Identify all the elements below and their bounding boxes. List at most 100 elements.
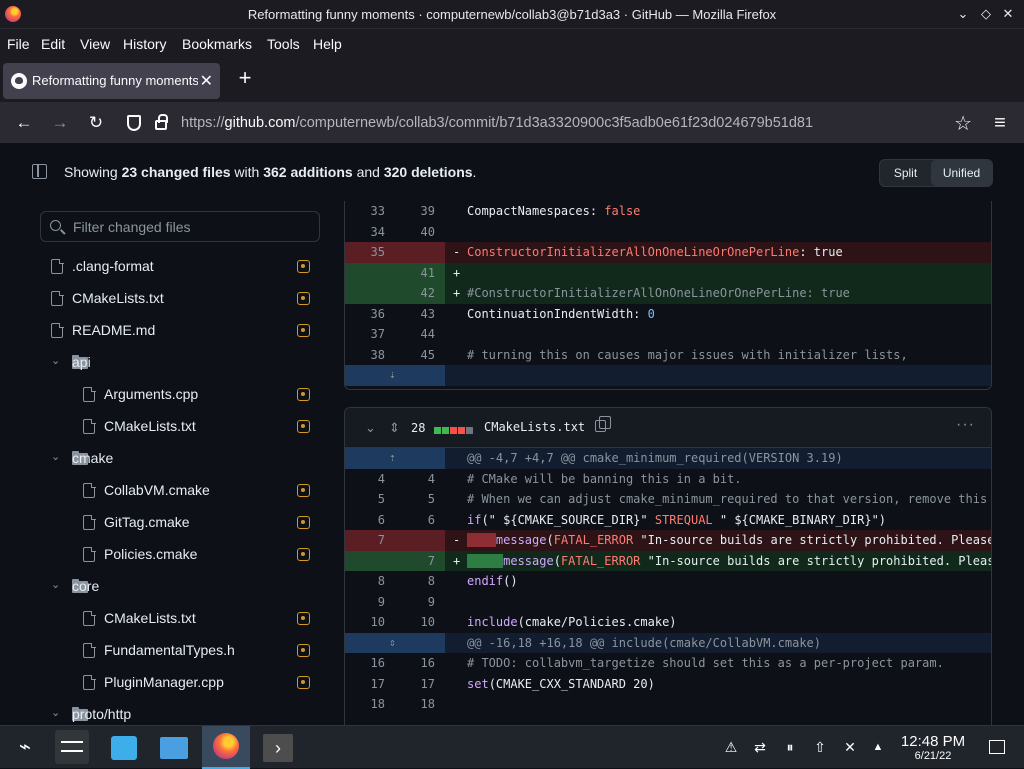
maximize-icon[interactable]: ◇ (977, 5, 995, 23)
tree-folder[interactable]: ⌄ cmake (40, 443, 325, 475)
file-icon (51, 258, 64, 274)
tree-folder[interactable]: ⌄ core (40, 571, 325, 603)
menu-history[interactable]: History (123, 36, 167, 52)
new-line-number: 18 (420, 697, 435, 711)
diff-line: 7 - message(FATAL_ERROR "In-source builds… (345, 530, 991, 551)
file-icon (83, 546, 96, 562)
expand-all-icon[interactable]: ⇕ (389, 420, 400, 436)
discover-store-icon[interactable] (107, 730, 141, 764)
file-manager-icon[interactable] (157, 730, 191, 764)
filter-files-input[interactable] (73, 218, 313, 236)
diff-clang-format: 33 39 CompactNamespaces: false 34 40 35 - Const… (344, 201, 992, 390)
file-icon (83, 610, 96, 626)
menu-file[interactable]: File (7, 36, 30, 52)
file-name[interactable]: CMakeLists.txt (484, 420, 585, 434)
minimize-icon[interactable]: ⌄ (954, 5, 972, 23)
padlock-icon[interactable] (155, 114, 168, 130)
old-line-number: 7 (377, 533, 385, 547)
collapse-chevron-icon[interactable]: ⌄ (365, 420, 376, 436)
file-modified-icon (297, 420, 310, 433)
updates-icon[interactable]: ⇧ (811, 738, 829, 756)
url-text[interactable]: https://github.com/computernewb/collab3/… (181, 115, 813, 131)
taskbar: ⌁ › ⚠ ⇄ ⏸ ⇧ ✕ ▲ 12:48 PM 6/21/22 (0, 725, 1024, 769)
clock[interactable]: 12:48 PM 6/21/22 (897, 733, 969, 762)
browser-tab[interactable]: Reformatting funny moments ✕ (3, 63, 220, 99)
more-options-icon[interactable]: ··· (956, 416, 975, 434)
firefox-taskbar-icon[interactable] (202, 726, 250, 769)
chevron-down-icon[interactable]: ⌄ (51, 580, 61, 591)
expand-lines-icon[interactable]: ⇣ (389, 368, 396, 381)
tree-file[interactable]: FundamentalTypes.h (40, 635, 325, 667)
file-tree: .clang-format CMakeLists.txt README.md ⌄ api… (40, 251, 325, 725)
old-line-number: 4 (377, 471, 385, 486)
tracking-protection-shield-icon[interactable] (127, 115, 141, 131)
hunk-header[interactable]: ⇡ @@ -4,7 +4,7 @@ cmake_minimum_required(… (345, 448, 991, 469)
new-tab-button[interactable]: + (233, 67, 257, 91)
reload-icon[interactable]: ↻ (84, 111, 108, 135)
bookmark-star-icon[interactable]: ☆ (954, 111, 972, 136)
tree-file[interactable]: CMakeLists.txt (40, 411, 325, 443)
tree-file[interactable]: .clang-format (40, 251, 325, 283)
chevron-down-icon[interactable]: ⌄ (51, 452, 61, 463)
tree-file[interactable]: CollabVM.cmake (40, 475, 325, 507)
diff-sign: + (453, 265, 461, 280)
tree-folder[interactable]: ⌄ proto/http (40, 699, 325, 725)
menu-edit[interactable]: Edit (41, 36, 65, 52)
new-line-number: 42 (420, 286, 435, 300)
tree-file[interactable]: GitTag.cmake (40, 507, 325, 539)
system-settings-icon[interactable] (55, 730, 89, 764)
show-desktop-icon[interactable] (989, 740, 1005, 754)
filter-files-box (40, 211, 320, 242)
code-text: ContinuationIndentWidth: 0 (467, 306, 655, 321)
menu-view[interactable]: View (80, 36, 110, 52)
chevron-down-icon[interactable]: ⌄ (51, 356, 61, 367)
expand-lines-icon[interactable]: ⇡ (389, 451, 396, 464)
chevron-down-icon[interactable]: ⌄ (51, 708, 61, 719)
close-window-icon[interactable]: ✕ (999, 5, 1017, 23)
tray-expand-icon[interactable]: ▲ (869, 738, 887, 756)
forward-arrow-icon[interactable]: → (48, 111, 72, 135)
file-modified-icon (297, 612, 310, 625)
unified-view-button[interactable]: Unified (931, 160, 992, 186)
file-modified-icon (297, 324, 310, 337)
tree-file[interactable]: Arguments.cpp (40, 379, 325, 411)
split-view-button[interactable]: Split (880, 160, 931, 186)
sidebar-toggle-icon[interactable] (32, 164, 47, 179)
hamburger-menu-icon[interactable]: ≡ (988, 111, 1012, 135)
menu-help[interactable]: Help (313, 36, 342, 52)
old-line-number: 35 (370, 245, 385, 259)
expand-lines-icon[interactable]: ⇕ (389, 636, 396, 649)
hunk-header[interactable]: ⇣ (345, 365, 991, 386)
menu-tools[interactable]: Tools (267, 36, 300, 52)
notifications-icon[interactable]: ⚠ (722, 738, 740, 756)
terminal-icon[interactable]: › (261, 730, 295, 764)
window-title: Reformatting funny moments · computernew… (247, 7, 777, 22)
clock-time: 12:48 PM (900, 733, 966, 750)
tree-file[interactable]: Policies.cmake (40, 539, 325, 571)
network-icon[interactable]: ⇄ (751, 738, 769, 756)
tree-file[interactable]: PluginManager.cpp (40, 667, 325, 699)
diff-sign: + (453, 553, 461, 568)
address-bar[interactable]: https://github.com/computernewb/collab3/… (117, 106, 982, 140)
menu-bookmarks[interactable]: Bookmarks (182, 36, 252, 52)
copy-icon[interactable] (595, 416, 611, 432)
app-launcher-icon[interactable]: ⌁ (8, 730, 42, 764)
diff-sign: - (453, 533, 461, 547)
tree-item-label: Arguments.cpp (104, 386, 199, 402)
back-arrow-icon[interactable]: ← (12, 111, 36, 135)
search-icon (50, 220, 61, 231)
code-text: #ConstructorInitializerAllOnOneLineOrOne… (467, 286, 850, 300)
tab-close-button[interactable]: ✕ (200, 71, 213, 91)
code-text: ConstructorInitializerAllOnOneLineOrOneP… (467, 245, 843, 259)
hunk-header[interactable]: ⇕ @@ -16,18 +16,18 @@ include(cmake/Colla… (345, 632, 991, 653)
volume-muted-icon[interactable]: ✕ (841, 738, 859, 756)
diff-line: 16 16 # TODO: collabvm_targetize should se… (345, 653, 991, 674)
file-icon (83, 418, 96, 434)
media-pause-icon[interactable]: ⏸ (781, 738, 799, 756)
tree-file[interactable]: README.md (40, 315, 325, 347)
tree-file[interactable]: CMakeLists.txt (40, 283, 325, 315)
new-line-number: 7 (427, 553, 435, 568)
tree-file[interactable]: CMakeLists.txt (40, 603, 325, 635)
tree-folder[interactable]: ⌄ api (40, 347, 325, 379)
file-icon (83, 482, 96, 498)
